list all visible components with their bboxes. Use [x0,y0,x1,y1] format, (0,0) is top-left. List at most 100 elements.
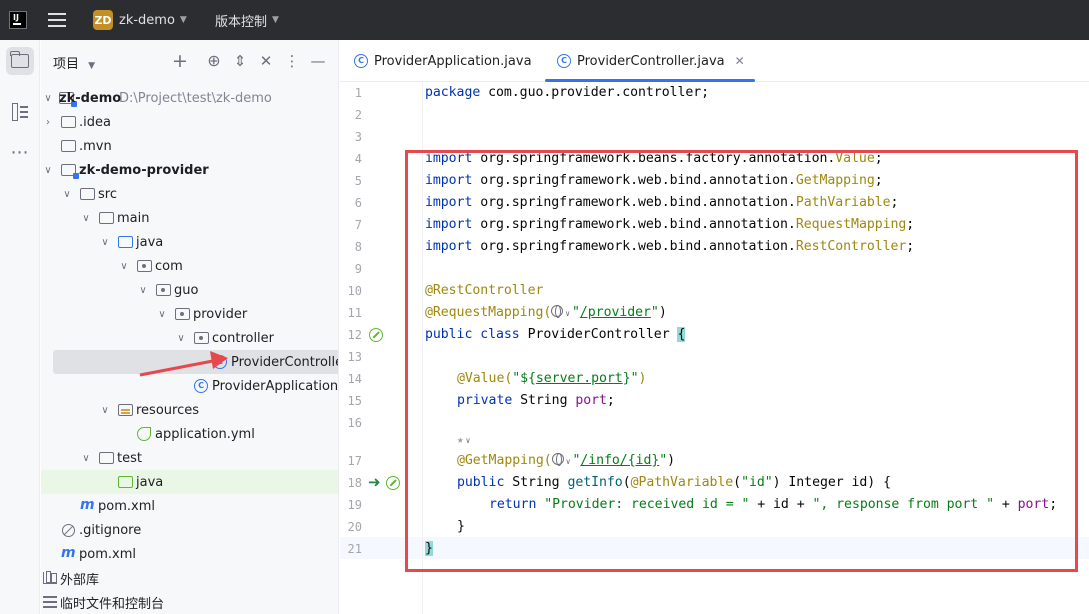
vcs-label: 版本控制 [215,14,268,30]
spring-bean-gutter-icon[interactable] [369,328,383,342]
tab-provider-controller[interactable]: C ProviderController.java ✕ [545,40,755,82]
folder-icon [10,51,29,68]
chevron-down-icon[interactable]: ∨ [81,213,91,224]
tree-item-label: com [155,258,183,274]
hide-icon[interactable]: — [309,52,327,70]
tree-item-resources[interactable]: ∨ resources [41,398,338,422]
expand-all-icon[interactable]: ⇕ [231,52,249,70]
tree-item-label: .mvn [79,138,112,154]
project-panel-title: 项目 [53,57,80,72]
source-folder-icon [118,236,133,248]
tree-item-test[interactable]: ∨ test [41,446,338,470]
package-icon [156,284,171,296]
tree-item-idea[interactable]: › .idea [41,110,338,134]
tree-item-java[interactable]: ∨ java [41,230,338,254]
tree-item-scratches[interactable]: 临时文件和控制台 [41,590,338,614]
chevron-down-icon[interactable]: ∨ [43,93,53,104]
close-icon[interactable]: ✕ [735,54,745,68]
tree-item-label: .idea [79,114,111,130]
maven-icon: m [80,497,95,513]
line-number: 4 [354,152,362,166]
tree-item-gitignore[interactable]: .gitignore [41,518,338,542]
project-badge[interactable]: ZD [93,10,113,30]
folder-icon [80,188,95,200]
tree-item-provider[interactable]: ∨ provider [41,302,338,326]
tree-item-main[interactable]: ∨ main [41,206,338,230]
chevron-down-icon: ▼ [88,61,96,71]
tree-item-com[interactable]: ∨ com [41,254,338,278]
tree-item-guo[interactable]: ∨ guo [41,278,338,302]
tree-item-src[interactable]: ∨ src [41,182,338,206]
line-number: 13 [347,350,362,364]
tree-item-controller[interactable]: ∨ controller [41,326,338,350]
chevron-down-icon[interactable]: ∨ [100,405,110,416]
main-menu-icon[interactable] [48,12,66,28]
line-number: 19 [347,498,362,512]
line-number: 1 [354,86,362,100]
line-number: 14 [347,372,362,386]
structure-tool-button[interactable] [6,98,34,126]
project-tool-button[interactable] [6,47,34,75]
chevron-down-icon[interactable]: ∨ [100,237,110,248]
editor-tabs: C ProviderApplication.java C ProviderCon… [340,40,1089,82]
module-folder-icon [59,92,77,107]
options-icon[interactable]: ⋮ [283,52,301,70]
tree-item-label: pom.xml [79,546,136,562]
vcs-menu[interactable]: 版本控制 ▼ [215,0,279,40]
tree-item-label: ProviderController [231,354,339,370]
title-bar: IJ ZD zk-demo ▼ 版本控制 ▼ [0,0,1089,40]
project-switcher[interactable]: zk-demo ▼ [119,0,187,40]
class-icon: C [557,54,571,68]
tree-item-module-pom[interactable]: m pom.xml [41,494,338,518]
tree-item-label: provider [193,306,248,322]
tree-item-application-yml[interactable]: application.yml [41,422,338,446]
tree-item-label: .gitignore [79,522,142,538]
tree-item-zk-demo-provider[interactable]: ∨ zk-demo-provider [41,158,338,182]
tree-item-zk-demo[interactable]: ∨ [41,86,338,110]
tree-item-external-libraries[interactable]: 外部库 [41,566,338,590]
tree-item-label: application.yml [155,426,255,442]
class-icon: C [354,54,368,68]
code-line-1: package com.guo.provider.controller; [425,85,710,100]
intellij-logo-icon[interactable]: IJ [9,11,27,29]
line-number: 5 [354,174,362,188]
line-number: 9 [354,262,362,276]
tree-item-test-java[interactable]: java [41,470,338,494]
folder-icon [61,140,76,152]
more-tools-icon[interactable]: ⋯ [6,138,34,166]
tree-item-label: test [117,450,142,466]
chevron-right-icon[interactable]: › [43,117,53,128]
tree-item-root-pom[interactable]: m pom.xml [41,542,338,566]
collapse-all-icon[interactable]: ✕ [257,52,275,70]
tree-item-label: ProviderApplication [212,378,339,394]
module-folder-icon [61,164,79,179]
chevron-down-icon[interactable]: ∨ [81,453,91,464]
library-icon [43,571,57,584]
scratches-icon [43,596,57,608]
tree-item-provider-application[interactable]: C ProviderApplication [41,374,339,398]
tree-item-label: java [136,234,164,250]
locate-icon[interactable]: ⊕ [205,52,223,70]
chevron-down-icon[interactable]: ∨ [62,189,72,200]
chevron-down-icon[interactable]: ∨ [138,285,148,296]
chevron-down-icon[interactable]: ∨ [43,165,53,176]
ignore-file-icon [62,524,75,537]
tab-provider-application[interactable]: C ProviderApplication.java [354,40,532,82]
structure-icon [12,103,28,121]
spring-config-icon [137,427,151,441]
chevron-down-icon[interactable]: ∨ [157,309,167,320]
package-icon [194,332,209,344]
project-name: zk-demo [119,12,175,28]
tree-item-provider-controller[interactable]: C ProviderController [53,350,339,374]
tree-item-mvn[interactable]: .mvn [41,134,338,158]
chevron-down-icon[interactable]: ∨ [119,261,129,272]
folder-icon [99,212,114,224]
run-arrow-icon[interactable]: ➜ [368,473,381,491]
project-view-selector[interactable]: 项目 ▼ [53,53,95,72]
chevron-down-icon[interactable]: ∨ [176,333,186,344]
add-icon[interactable]: + [171,52,189,71]
spring-mapping-gutter-icon[interactable] [386,476,400,490]
line-number: 15 [347,394,362,408]
line-number: 16 [347,416,362,430]
tree-item-label: 临时文件和控制台 [60,596,165,612]
